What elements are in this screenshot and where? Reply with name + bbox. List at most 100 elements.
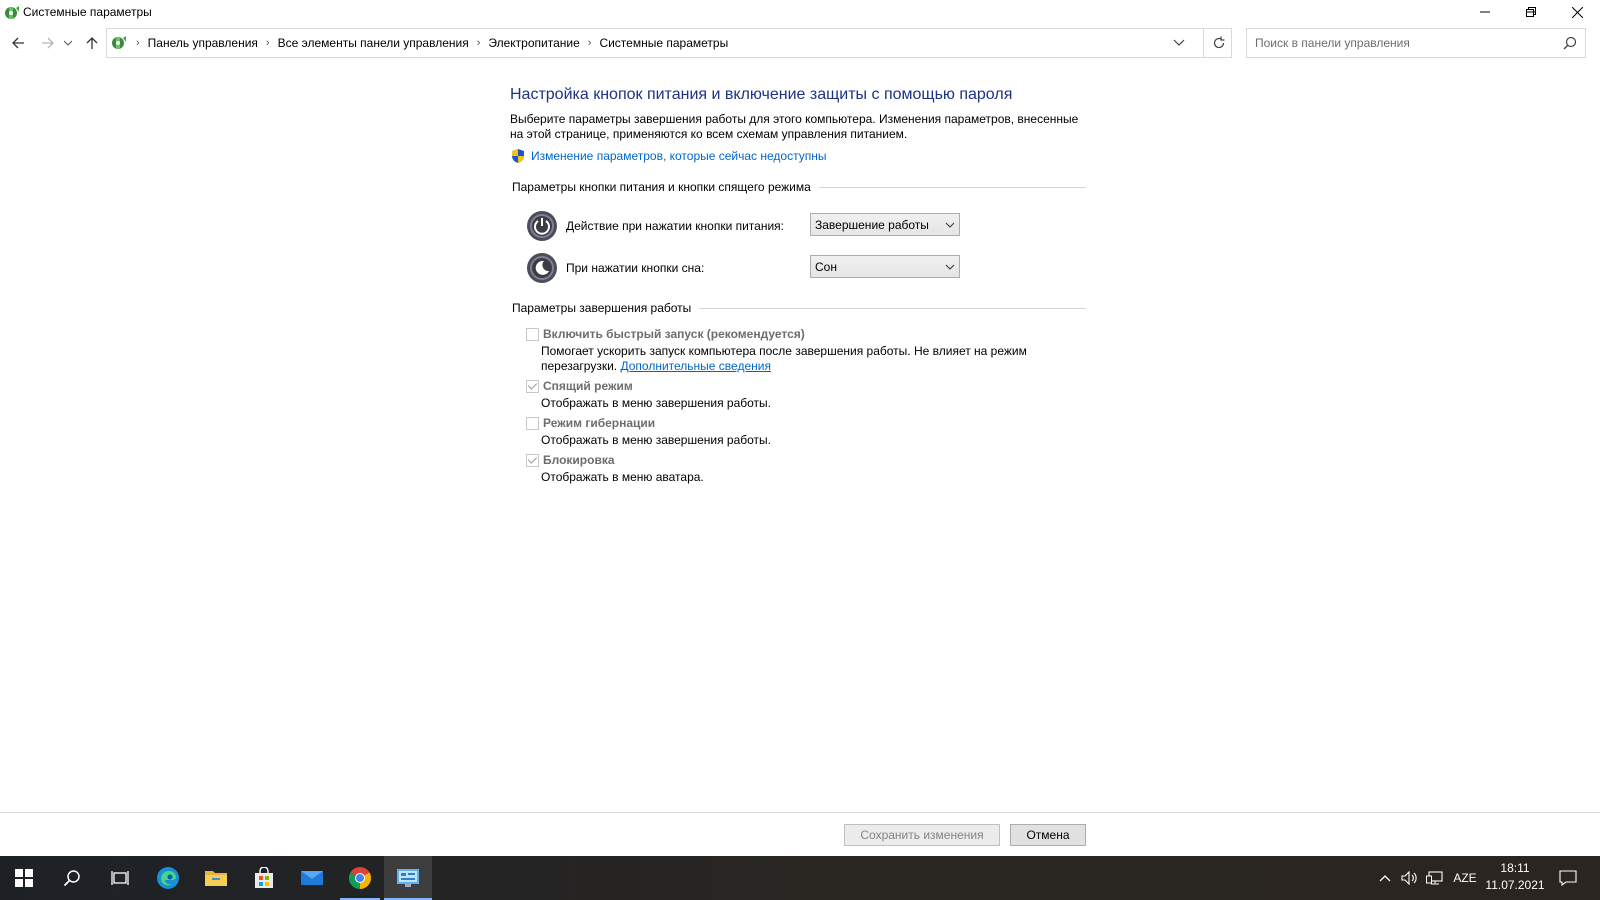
lock-checkbox[interactable] xyxy=(526,454,539,467)
forward-button[interactable] xyxy=(38,33,58,53)
input-language-indicator[interactable]: AZE xyxy=(1450,856,1480,900)
taskbar: AZE 18:11 11.07.2021 xyxy=(0,856,1600,900)
page-title: Настройка кнопок питания и включение защ… xyxy=(510,86,1013,103)
close-button[interactable] xyxy=(1554,0,1600,24)
sleep-checkbox[interactable] xyxy=(526,380,539,393)
window-title: Системные параметры xyxy=(23,5,152,19)
edge-icon xyxy=(157,867,179,889)
chevron-down-icon xyxy=(945,222,955,228)
arrow-up-icon xyxy=(86,37,98,49)
refresh-icon xyxy=(1213,36,1224,49)
more-info-link[interactable]: Дополнительные сведения xyxy=(620,359,770,373)
refresh-button[interactable] xyxy=(1203,29,1233,57)
fast-startup-description: Помогает ускорить запуск компьютера посл… xyxy=(541,344,1041,374)
address-dropdown-button[interactable] xyxy=(1173,36,1185,51)
arrow-right-icon xyxy=(42,37,54,49)
search-input[interactable] xyxy=(1247,29,1547,57)
chevron-right-icon[interactable]: › xyxy=(588,37,592,49)
file-explorer-button[interactable] xyxy=(192,856,240,900)
breadcrumb-item[interactable]: Панель управления xyxy=(148,36,258,50)
back-button[interactable] xyxy=(8,33,28,53)
arrow-left-icon xyxy=(12,37,24,49)
up-button[interactable] xyxy=(82,33,102,53)
sleep-button-row: При нажатии кнопки сна: Сон xyxy=(526,252,960,284)
control-panel-icon xyxy=(110,34,128,52)
file-explorer-icon xyxy=(205,871,227,886)
volume-button[interactable] xyxy=(1398,856,1420,900)
search-box xyxy=(1246,28,1586,58)
clock-time: 18:11 xyxy=(1500,861,1530,875)
lock-label: Блокировка xyxy=(543,453,615,467)
power-button-action-value: Завершение работы xyxy=(815,217,929,232)
hibernate-description: Отображать в меню завершения работы. xyxy=(541,433,772,447)
admin-settings-link-row[interactable]: Изменение параметров, которые сейчас нед… xyxy=(510,148,827,164)
chevron-right-icon[interactable]: › xyxy=(477,37,481,49)
power-button-label: Действие при нажатии кнопки питания: xyxy=(566,219,785,233)
mail-button[interactable] xyxy=(288,856,336,900)
group-title: Параметры завершения работы xyxy=(512,301,692,315)
control-panel-taskbar-button[interactable] xyxy=(384,856,432,900)
task-view-icon xyxy=(111,871,129,885)
sleep-icon xyxy=(526,252,558,284)
restore-button[interactable] xyxy=(1508,0,1554,24)
fast-startup-checkbox[interactable] xyxy=(526,328,539,341)
cancel-button[interactable]: Отмена xyxy=(1010,824,1086,846)
clock-date: 11.07.2021 xyxy=(1485,878,1545,892)
minimize-button[interactable] xyxy=(1462,0,1508,24)
breadcrumb-item[interactable]: Электропитание xyxy=(488,36,579,50)
address-bar[interactable]: › Панель управления › Все элементы панел… xyxy=(106,28,1232,58)
hibernate-label: Режим гибернации xyxy=(543,416,656,430)
task-view-button[interactable] xyxy=(96,856,144,900)
group-title: Параметры кнопки питания и кнопки спящег… xyxy=(512,180,811,194)
sleep-button-action-select[interactable]: Сон xyxy=(810,255,960,278)
lock-option: Блокировка xyxy=(526,453,615,467)
power-button-action-select[interactable]: Завершение работы xyxy=(810,213,960,236)
change-unavailable-settings-link[interactable]: Изменение параметров, которые сейчас нед… xyxy=(531,149,827,163)
divider xyxy=(699,307,1086,309)
title-bar: Системные параметры xyxy=(0,0,1600,24)
chevron-right-icon[interactable]: › xyxy=(136,37,140,49)
shutdown-settings-group: Параметры завершения работы xyxy=(512,301,1086,315)
power-icon xyxy=(526,210,558,242)
power-button-row: Действие при нажатии кнопки питания: Зав… xyxy=(526,210,960,242)
search-button[interactable] xyxy=(48,856,96,900)
sleep-description: Отображать в меню завершения работы. xyxy=(541,396,772,410)
power-options-icon xyxy=(3,4,19,20)
uac-shield-icon xyxy=(512,149,524,163)
chrome-icon xyxy=(349,867,371,889)
fast-startup-description-text: Помогает ускорить запуск компьютера посл… xyxy=(541,344,1027,373)
chevron-right-icon[interactable]: › xyxy=(266,37,270,49)
recent-locations-button[interactable] xyxy=(62,33,74,53)
fast-startup-label: Включить быстрый запуск (рекомендуется) xyxy=(543,327,805,341)
show-hidden-icons-button[interactable] xyxy=(1376,856,1394,900)
action-center-button[interactable] xyxy=(1548,856,1588,900)
mail-icon xyxy=(301,871,323,885)
hibernate-option: Режим гибернации xyxy=(526,416,655,430)
chevron-down-icon xyxy=(1173,39,1185,46)
chevron-down-icon xyxy=(945,264,955,270)
network-button[interactable] xyxy=(1424,856,1446,900)
hibernate-checkbox[interactable] xyxy=(526,417,539,430)
sleep-button-action-value: Сон xyxy=(815,259,837,274)
network-icon xyxy=(1426,871,1443,885)
save-changes-button[interactable]: Сохранить изменения xyxy=(844,824,1000,846)
chevron-down-icon xyxy=(64,40,72,46)
notification-icon xyxy=(1559,870,1577,886)
clock[interactable]: 18:11 11.07.2021 xyxy=(1484,860,1546,894)
chrome-button[interactable] xyxy=(336,856,384,900)
search-icon[interactable] xyxy=(1563,36,1577,53)
start-button[interactable] xyxy=(0,856,48,900)
sleep-option: Спящий режим xyxy=(526,379,633,393)
chevron-up-icon xyxy=(1379,875,1391,882)
store-button[interactable] xyxy=(240,856,288,900)
windows-logo-icon xyxy=(15,869,33,887)
lock-description: Отображать в меню аватара. xyxy=(541,470,704,484)
page-description: Выберите параметры завершения работы для… xyxy=(510,112,1079,141)
navigation-bar: › Панель управления › Все элементы панел… xyxy=(0,28,1600,58)
breadcrumb-item[interactable]: Системные параметры xyxy=(599,36,728,50)
breadcrumb: › Панель управления › Все элементы панел… xyxy=(107,29,728,57)
sleep-label: Спящий режим xyxy=(543,379,633,393)
edge-button[interactable] xyxy=(144,856,192,900)
breadcrumb-item[interactable]: Все элементы панели управления xyxy=(278,36,469,50)
fast-startup-option: Включить быстрый запуск (рекомендуется) xyxy=(526,327,805,341)
